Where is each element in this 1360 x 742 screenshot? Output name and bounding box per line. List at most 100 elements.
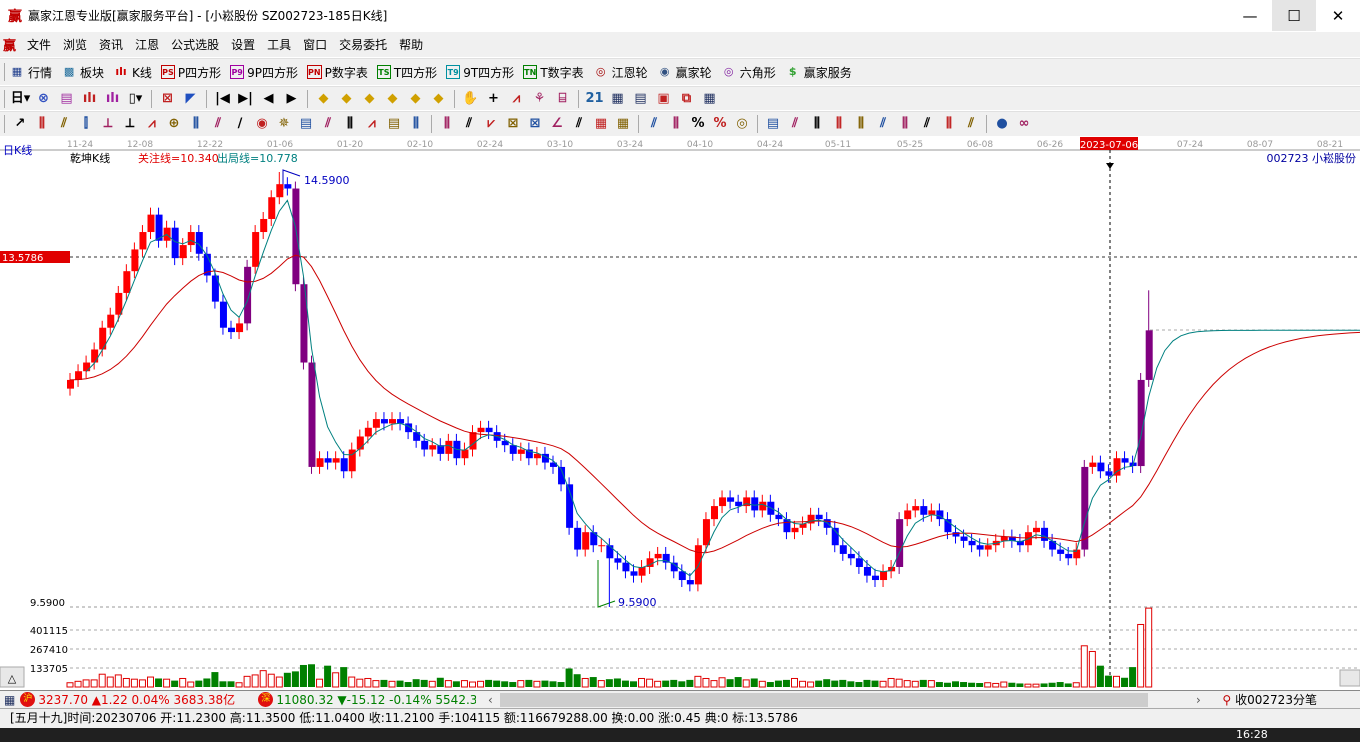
toolbar-quote-button[interactable]: ▦ 行情 xyxy=(9,64,52,81)
tool-icon[interactable]: ⌸ xyxy=(551,89,574,109)
drawing-tool-icon[interactable]: ⫽ xyxy=(207,114,229,134)
toolbar-9p-square-button[interactable]: P9 9P四方形 xyxy=(230,64,298,81)
zoom-4-icon[interactable]: ◆ xyxy=(381,89,404,109)
toolbar-winner-service-button[interactable]: $ 赢家服务 xyxy=(785,64,852,81)
period-select-icon[interactable]: 日▾ xyxy=(9,89,32,109)
bar-type-icon[interactable]: ılı xyxy=(101,89,124,109)
drawing-tool-icon[interactable]: ⩘ xyxy=(141,114,163,134)
zoom-2-icon[interactable]: ◆ xyxy=(335,89,358,109)
list-icon[interactable]: ▤ xyxy=(55,89,78,109)
toolbar-p-number-table-button[interactable]: PN P数字表 xyxy=(307,64,368,81)
save-icon[interactable]: ▣ xyxy=(652,89,675,109)
report-icon[interactable]: ▤ xyxy=(629,89,652,109)
scroll-thumb[interactable] xyxy=(500,692,1149,707)
drawing-tool-icon[interactable]: % xyxy=(709,114,731,134)
calculator-icon[interactable]: ▦ xyxy=(4,693,15,707)
toolbar-t-square-button[interactable]: TS T四方形 xyxy=(376,64,437,81)
drawing-tool-icon[interactable]: ◎ xyxy=(731,114,753,134)
menu-1[interactable]: 浏览 xyxy=(57,36,93,53)
pattern-icon[interactable]: ⚘ xyxy=(528,89,551,109)
menu-8[interactable]: 交易委托 xyxy=(333,36,393,53)
drawing-tool-icon[interactable]: ⫼ xyxy=(31,114,53,134)
prev-icon[interactable]: ◀ xyxy=(257,89,280,109)
menu-0[interactable]: 文件 xyxy=(21,36,57,53)
horizontal-scrollbar[interactable]: ‹ › xyxy=(480,691,1209,708)
zoom-3-icon[interactable]: ◆ xyxy=(358,89,381,109)
drawing-tool-icon[interactable]: ⫼ xyxy=(806,114,828,134)
drawing-tool-icon[interactable]: ▤ xyxy=(295,114,317,134)
drawing-tool-icon[interactable]: ⫿ xyxy=(75,114,97,134)
calendar-icon[interactable]: 21 xyxy=(583,89,606,109)
scroll-left-icon[interactable]: ‹ xyxy=(480,693,500,707)
toolbar-9t-square-button[interactable]: T9 9T四方形 xyxy=(446,64,514,81)
shanghai-index[interactable]: 3237.70 ▲1.22 0.04% 3683.38亿 xyxy=(38,691,248,708)
indicator-icon[interactable]: ⊠ xyxy=(156,89,179,109)
drawing-tool-icon[interactable]: ⊠ xyxy=(524,114,546,134)
next-icon[interactable]: ▶ xyxy=(280,89,303,109)
drawing-tool-icon[interactable]: % xyxy=(687,114,709,134)
menu-7[interactable]: 窗口 xyxy=(297,36,333,53)
drawing-tool-icon[interactable]: ⫽ xyxy=(960,114,982,134)
toolbar-hexagon-button[interactable]: ◎ 六角形 xyxy=(721,64,776,81)
crosshair-icon[interactable]: + xyxy=(482,89,505,109)
drawing-tool-icon[interactable]: ⟂ xyxy=(97,114,119,134)
calc-icon[interactable]: ▦ xyxy=(606,89,629,109)
drawing-tool-icon[interactable]: ▤ xyxy=(762,114,784,134)
drawing-tool-icon[interactable]: ✵ xyxy=(273,114,295,134)
drawing-tool-icon[interactable]: ⫽ xyxy=(568,114,590,134)
pan-icon[interactable]: ✋ xyxy=(459,89,482,109)
drawing-tool-icon[interactable]: ⫽ xyxy=(53,114,75,134)
drawing-tool-icon[interactable]: ⫼ xyxy=(828,114,850,134)
kline-type-icon[interactable]: ılı xyxy=(78,89,101,109)
menu-4[interactable]: 公式选股 xyxy=(165,36,225,53)
drawing-tool-icon[interactable]: ◉ xyxy=(251,114,273,134)
last-icon[interactable]: ▶| xyxy=(234,89,257,109)
drawing-tool-icon[interactable]: ⫽ xyxy=(916,114,938,134)
drawing-tool-icon[interactable]: ∞ xyxy=(1013,114,1035,134)
maximize-button[interactable]: ☐ xyxy=(1272,0,1316,31)
drawing-tool-icon[interactable]: ⫽ xyxy=(784,114,806,134)
toolbar-t-number-table-button[interactable]: TN T数字表 xyxy=(523,64,584,81)
menu-5[interactable]: 设置 xyxy=(225,36,261,53)
drawing-tool-icon[interactable]: ⫽ xyxy=(458,114,480,134)
drawing-tool-icon[interactable]: ⫼ xyxy=(436,114,458,134)
drawing-tool-icon[interactable]: ⩗ xyxy=(480,114,502,134)
zoom-1-icon[interactable]: ◆ xyxy=(312,89,335,109)
close-button[interactable]: ✕ xyxy=(1316,0,1360,31)
first-icon[interactable]: |◀ xyxy=(211,89,234,109)
shenzhen-index[interactable]: 11080.32 ▼-15.12 -0.14% 5542.38 xyxy=(276,693,476,707)
copy-icon[interactable]: ⧉ xyxy=(675,89,698,109)
drawing-tool-icon[interactable]: ⩘ xyxy=(361,114,383,134)
drawing-tool-icon[interactable]: ⫽ xyxy=(317,114,339,134)
line-draw-icon[interactable]: ⩘ xyxy=(505,89,528,109)
tick-detail-label[interactable]: 收002723分笔 xyxy=(1235,691,1317,708)
drawing-tool-icon[interactable]: ⊠ xyxy=(502,114,524,134)
drawing-tool-icon[interactable]: ▦ xyxy=(612,114,634,134)
zoom-6-icon[interactable]: ◆ xyxy=(427,89,450,109)
menu-3[interactable]: 江恩 xyxy=(129,36,165,53)
toolbar-sector-button[interactable]: ▩ 板块 xyxy=(61,64,104,81)
expand-right-button[interactable] xyxy=(1339,669,1360,687)
drawing-tool-icon[interactable]: ↗ xyxy=(9,114,31,134)
drawing-tool-icon[interactable]: ● xyxy=(991,114,1013,134)
overlay-icon[interactable]: ◤ xyxy=(179,89,202,109)
drawing-tool-icon[interactable]: ⫼ xyxy=(850,114,872,134)
toolbar-winner-wheel-button[interactable]: ◉ 赢家轮 xyxy=(657,64,712,81)
drawing-tool-icon[interactable]: ⫽ xyxy=(872,114,894,134)
toolbar-kline-button[interactable]: ılı K线 xyxy=(113,64,152,81)
candle-select-icon[interactable]: ▯▾ xyxy=(124,89,147,109)
drawing-tool-icon[interactable]: ⫼ xyxy=(665,114,687,134)
drawing-tool-icon[interactable]: ⊕ xyxy=(163,114,185,134)
drawing-tool-icon[interactable]: ▤ xyxy=(383,114,405,134)
drawing-tool-icon[interactable]: ▦ xyxy=(590,114,612,134)
drawing-tool-icon[interactable]: ⫼ xyxy=(185,114,207,134)
drawing-tool-icon[interactable]: ⫽ xyxy=(643,114,665,134)
drawing-tool-icon[interactable]: ⫼ xyxy=(894,114,916,134)
drawing-tool-icon[interactable]: ∕ xyxy=(229,114,251,134)
menu-9[interactable]: 帮助 xyxy=(393,36,429,53)
drawing-tool-icon[interactable]: ⫼ xyxy=(938,114,960,134)
kline-chart[interactable]: 11-24 12-08 12-22 01-06 01-20 02-10 02-24 03-10… xyxy=(0,137,1360,688)
toolbar-gann-wheel-button[interactable]: ◎ 江恩轮 xyxy=(593,64,648,81)
zoom-5-icon[interactable]: ◆ xyxy=(404,89,427,109)
minimize-button[interactable]: — xyxy=(1228,0,1272,31)
